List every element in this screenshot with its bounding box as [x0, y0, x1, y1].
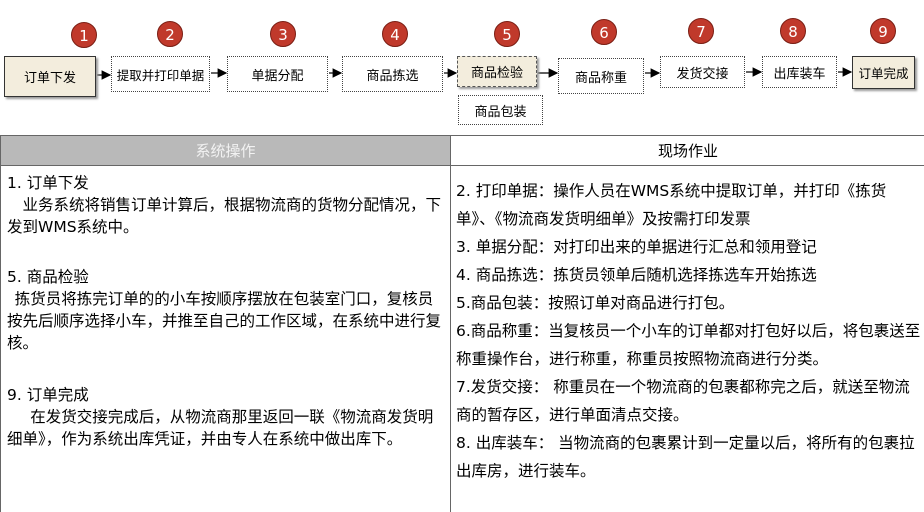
- step-number-badge: 1: [71, 22, 97, 48]
- process-flow: 1 2 3 4 5 6 7 8 9 订单下发 提取并打印单据 单据分配 商品拣选…: [0, 0, 924, 132]
- step-weighing: 商品称重: [558, 58, 644, 94]
- step-doc-allocation: 单据分配: [227, 56, 328, 92]
- step-number-badge: 8: [780, 18, 806, 44]
- step-packing: 商品包装: [458, 95, 543, 125]
- step-label: 发货交接: [676, 66, 729, 82]
- system-operations-header: 系统操作: [1, 136, 451, 166]
- field-work-item: 6.商品称重：当复核员一个小车的订单都对打包好以后，将包裹送至称重操作台，进行称…: [456, 322, 921, 368]
- step-inspection: 商品检验: [457, 56, 537, 87]
- field-work-header: 现场作业: [451, 136, 924, 166]
- step-order-issue: 订单下发: [4, 56, 96, 97]
- step-number-badge: 6: [591, 19, 617, 45]
- system-op-body: 在发货交接完成后，从物流商那里返回一联《物流商发货明细单》，作为系统出库凭证，并…: [7, 408, 434, 448]
- step-number-badge: 4: [382, 21, 408, 47]
- field-work-item: 7.发货交接： 称重员在一个物流商的包裹都称完之后，就送至物流商的暂存区，进行单…: [456, 378, 910, 424]
- step-outbound-loading: 出库装车: [762, 56, 837, 88]
- system-op-title: 1. 订单下发: [7, 174, 89, 192]
- field-work-item: 3. 单据分配：对打印出来的单据进行汇总和领用登记: [456, 238, 817, 256]
- step-label: 订单完成: [858, 66, 909, 81]
- step-number-badge: 9: [870, 18, 896, 44]
- step-number-badge: 7: [688, 18, 714, 44]
- step-label: 商品拣选: [366, 68, 419, 84]
- step-number-badge: 3: [270, 21, 296, 47]
- step-label: 商品称重: [574, 70, 627, 86]
- system-op-body: 拣货员将拣完订单的的小车按顺序摆放在包装室门口，复核员按先后顺序选择小车，并推至…: [7, 290, 442, 352]
- system-op-title: 5. 商品检验: [7, 268, 89, 286]
- step-label: 出库装车: [773, 66, 826, 82]
- field-work-item: 8. 出库装车： 当物流商的包裹累计到一定量以后，将所有的包裹拉出库房，进行装车…: [456, 434, 915, 480]
- operations-table: 系统操作 现场作业 1. 订单下发 业务系统将销售订单计算后，根据物流商的货物分…: [0, 135, 924, 512]
- step-label: 单据分配: [251, 68, 304, 84]
- step-label: 商品检验: [470, 66, 523, 81]
- field-work-column: 2. 打印单据：操作人员在WMS系统中提取订单，并打印《拣货单》、《物流商发货明…: [451, 166, 924, 512]
- system-operations-column: 1. 订单下发 业务系统将销售订单计算后，根据物流商的货物分配情况，下发到WMS…: [1, 166, 451, 512]
- step-extract-print: 提取并打印单据: [111, 56, 210, 92]
- system-op-title: 9. 订单完成: [7, 386, 89, 404]
- field-work-item: 4. 商品拣选：拣货员领单后随机选择拣选车开始拣选: [456, 266, 817, 284]
- step-delivery-handover: 发货交接: [660, 56, 745, 88]
- step-label: 商品包装: [474, 104, 527, 120]
- step-order-complete: 订单完成: [852, 56, 915, 89]
- step-number-badge: 5: [494, 21, 520, 47]
- field-work-item: 5.商品包装：按照订单对商品进行打包。: [456, 294, 735, 312]
- step-label: 订单下发: [23, 71, 76, 86]
- field-work-item: 2. 打印单据：操作人员在WMS系统中提取订单，并打印《拣货单》、《物流商发货明…: [456, 182, 887, 228]
- step-label: 提取并打印单据: [116, 67, 205, 83]
- system-op-body: 业务系统将销售订单计算后，根据物流商的货物分配情况，下发到WMS系统中。: [7, 196, 442, 236]
- step-number-badge: 2: [157, 21, 183, 47]
- step-picking: 商品拣选: [342, 56, 443, 92]
